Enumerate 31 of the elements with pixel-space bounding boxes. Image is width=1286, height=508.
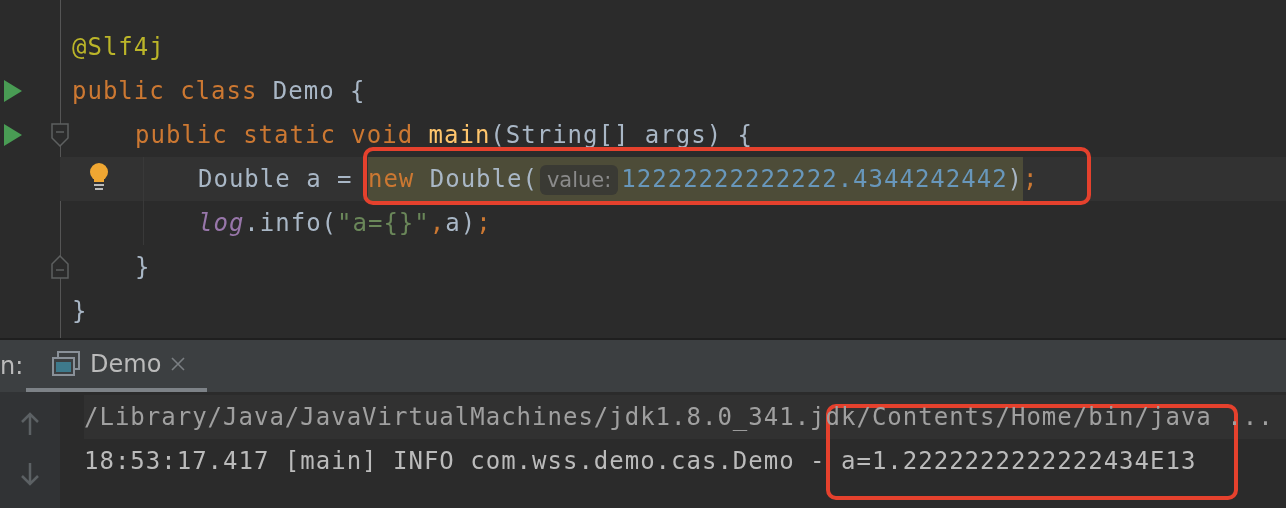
code-token: public class (72, 77, 259, 105)
code-token: a) (445, 209, 477, 237)
tool-window-label: n: (0, 352, 25, 380)
console-line: 18:53:17.417 [main] INFO com.wss.demo.cas.Demo - a=1.2222222222222434E13 (84, 446, 1198, 477)
code-token: log (198, 209, 245, 237)
code-token: public static void (135, 121, 415, 149)
fold-icon[interactable] (51, 123, 69, 147)
code-token: } (135, 253, 151, 281)
window-icon (52, 351, 80, 377)
code-token: Double a = (198, 165, 354, 193)
code-token: 12222222222222.4344242442 (621, 157, 1008, 201)
code-token: @Slf4j (72, 33, 165, 61)
run-icon[interactable] (4, 124, 22, 146)
code-token: (String[] args) { (490, 121, 753, 149)
code-token: Demo { (272, 77, 366, 105)
code-token: } (72, 297, 88, 325)
fold-icon[interactable] (51, 255, 69, 279)
code-token: ; (476, 209, 492, 237)
up-arrow-icon[interactable] (20, 412, 40, 436)
down-arrow-icon[interactable] (20, 462, 40, 486)
code-token: .info( (244, 209, 338, 237)
code-token: Double( (429, 157, 538, 201)
code-token: main (428, 121, 491, 149)
code-token: "a={}" (337, 209, 430, 237)
code-token: ; (1023, 165, 1039, 193)
code-token: new (367, 157, 430, 201)
close-icon[interactable] (171, 357, 186, 371)
run-icon[interactable] (4, 80, 22, 102)
parameter-hint: value: (539, 164, 619, 195)
code-token: , (429, 209, 446, 237)
lightbulb-icon[interactable] (89, 163, 109, 191)
